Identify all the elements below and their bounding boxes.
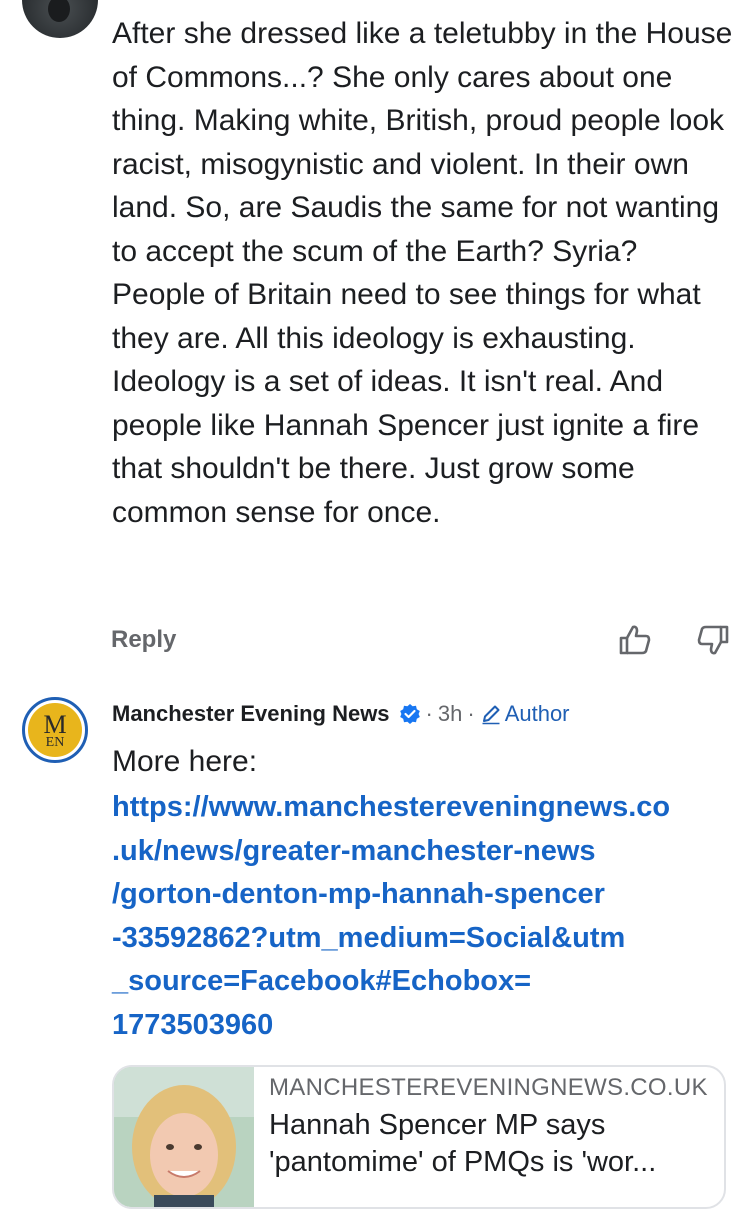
link-line[interactable]: _source=Facebook#Echobox=	[112, 960, 737, 1004]
link-line[interactable]: .uk/news/greater-manchester-news	[112, 830, 737, 874]
article-link[interactable]: https://www.manchestereveningnews.co .uk…	[112, 786, 737, 1048]
comment-time[interactable]: 3h	[438, 701, 462, 727]
link-line[interactable]: 1773503960	[112, 1004, 737, 1048]
author-name[interactable]: Manchester Evening News	[112, 701, 390, 727]
preview-title-line: Hannah Spencer MP says	[269, 1109, 606, 1141]
avatar-silhouette	[48, 0, 70, 22]
author-avatar[interactable]: M EN	[22, 697, 88, 763]
reply-button[interactable]: Reply	[111, 626, 176, 654]
link-line[interactable]: https://www.manchestereveningnews.co	[112, 786, 737, 830]
commenter-avatar[interactable]	[22, 0, 98, 38]
link-line[interactable]: /gorton-denton-mp-hannah-spencer	[112, 873, 737, 917]
comment-text: After she dressed like a teletubby in th…	[112, 17, 733, 529]
separator-dot: ·	[425, 701, 433, 726]
comment-intro: More here:	[112, 745, 258, 778]
author-meta-row: Manchester Evening News · 3h · Author	[112, 699, 570, 729]
portrait-image	[114, 1067, 254, 1207]
link-line[interactable]: -33592862?utm_medium=Social&utm	[112, 917, 737, 961]
separator-dot: ·	[467, 701, 475, 726]
preview-thumbnail	[114, 1067, 254, 1207]
author-badge: Author	[480, 701, 570, 727]
pencil-icon	[482, 705, 500, 725]
preview-title-line: 'pantomime' of PMQs is 'wor...	[269, 1146, 657, 1178]
verified-badge-icon	[399, 704, 420, 724]
preview-title: Hannah Spencer MP says 'pantomime' of PM…	[269, 1107, 714, 1181]
thumb-up-icon[interactable]	[618, 623, 652, 657]
link-preview-card[interactable]: MANCHESTEREVENINGNEWS.CO.UK Hannah Spenc…	[112, 1065, 726, 1209]
author-badge-label: Author	[504, 701, 570, 726]
men-logo: M EN	[28, 703, 82, 757]
preview-domain: MANCHESTEREVENINGNEWS.CO.UK	[269, 1074, 708, 1101]
thumb-down-icon[interactable]	[696, 623, 730, 657]
logo-letters-bottom: EN	[45, 735, 65, 750]
